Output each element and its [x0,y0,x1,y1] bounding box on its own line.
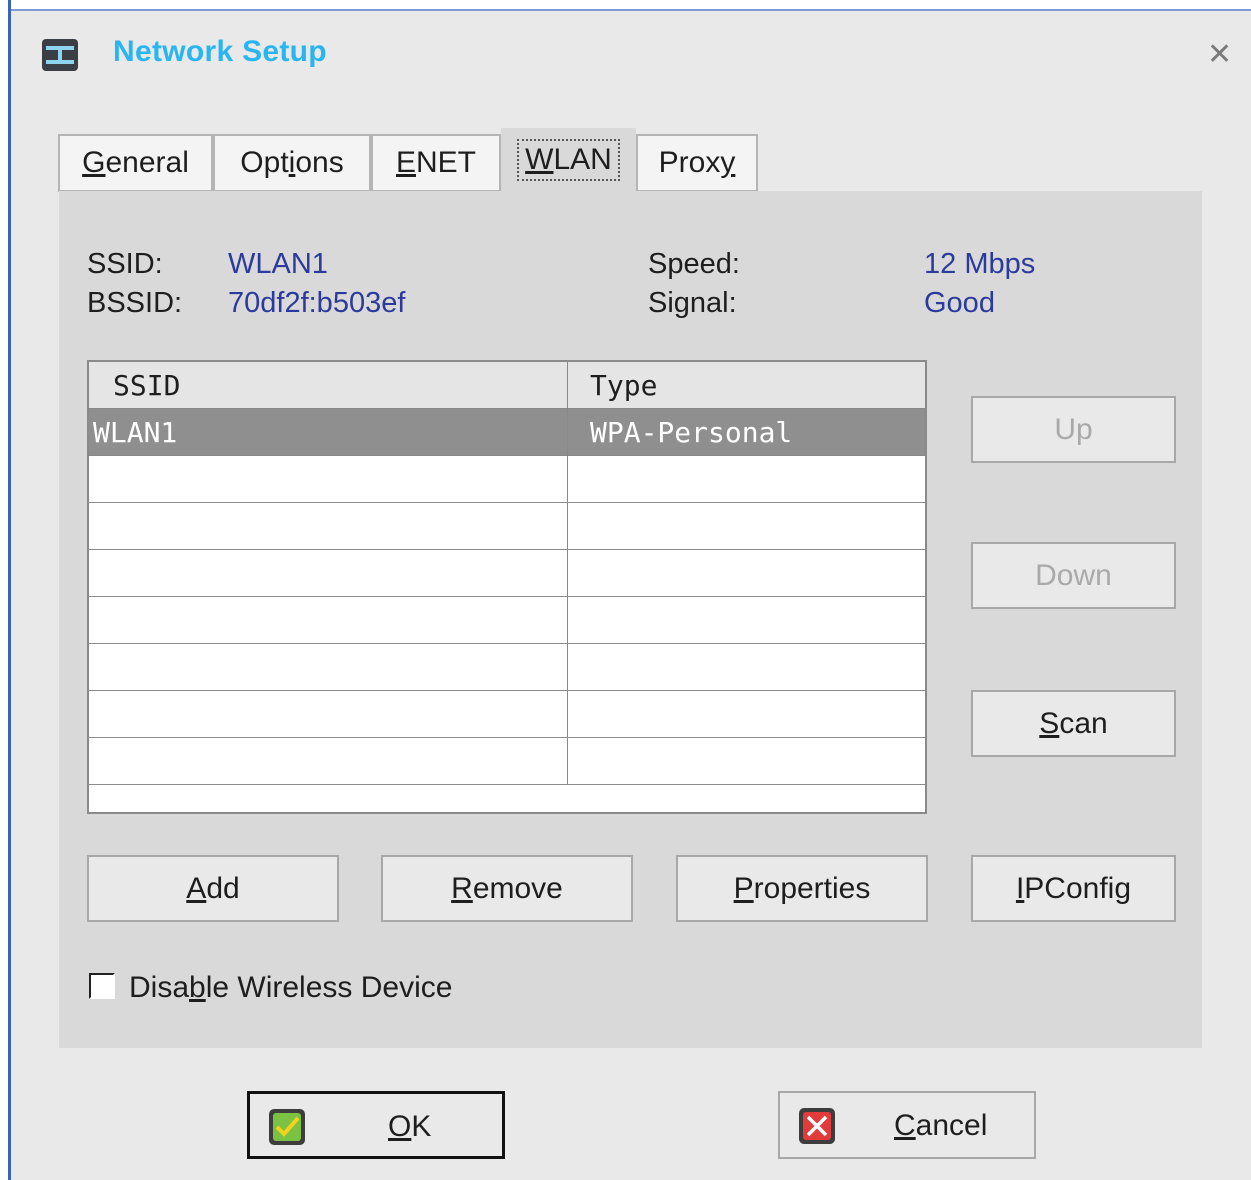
disable-wireless-checkbox[interactable] [89,973,115,999]
window-frame-top [0,0,1251,11]
up-button[interactable]: Up [971,396,1176,463]
down-button-label: Down [1035,558,1112,592]
ipconfig-button-label: IPConfig [1015,871,1132,905]
add-button[interactable]: Add [87,855,339,922]
properties-button-label: Properties [733,871,871,905]
up-button-label: Up [1054,412,1093,446]
speed-label: Speed: [648,248,740,280]
table-footer-space [89,786,925,812]
cancel-x-icon [799,1108,835,1144]
cancel-button[interactable]: Cancel [778,1091,1036,1159]
window-title: Network Setup [113,35,327,68]
ssid-value: WLAN1 [228,248,328,280]
column-header-type[interactable]: Type [590,362,657,408]
scan-button-label: Scan [1039,706,1108,740]
table-row[interactable]: WLAN1 WPA-Personal [89,409,925,456]
network-setup-dialog: Network Setup ✕ General Options ENET WLA… [11,11,1251,1180]
tab-options-label: Options [240,146,344,179]
scan-button[interactable]: Scan [971,690,1176,757]
tab-wlan[interactable]: WLAN [501,128,636,192]
tab-general[interactable]: General [58,134,213,192]
tab-options[interactable]: Options [213,134,371,192]
signal-value: Good [924,287,995,319]
tab-general-label: General [82,146,189,179]
column-header-ssid[interactable]: SSID [113,362,180,408]
bssid-label: BSSID: [87,287,183,319]
column-divider [567,362,568,785]
network-icon [42,39,78,71]
disable-wireless-label[interactable]: Disable Wireless Device [129,971,452,1005]
network-list-table[interactable]: SSID Type WLAN1 WPA-Personal [87,360,927,814]
tab-enet[interactable]: ENET [371,134,501,192]
remove-button[interactable]: Remove [381,855,633,922]
speed-value: 12 Mbps [924,248,1036,280]
table-row-empty[interactable] [89,550,925,597]
ipconfig-button[interactable]: IPConfig [971,855,1176,922]
signal-label: Signal: [648,287,737,319]
checkmark-icon [269,1109,305,1145]
table-row-empty[interactable] [89,738,925,785]
table-row-empty[interactable] [89,644,925,691]
remove-button-label: Remove [451,871,563,905]
tab-proxy-label: Proxy [658,146,736,179]
tab-wlan-label: WLAN [517,139,620,181]
properties-button[interactable]: Properties [676,855,928,922]
table-row-empty[interactable] [89,597,925,644]
table-row-empty[interactable] [89,691,925,738]
down-button[interactable]: Down [971,542,1176,609]
ssid-label: SSID: [87,248,163,280]
table-header: SSID Type [89,362,925,409]
row-ssid-cell: WLAN1 [93,415,178,449]
table-row-empty[interactable] [89,503,925,550]
tab-enet-label: ENET [395,146,476,179]
ok-button-label: OK [388,1110,432,1143]
ok-button[interactable]: OK [247,1091,505,1159]
row-type-cell: WPA-Personal [590,415,793,449]
add-button-label: Add [186,871,240,905]
table-row-empty[interactable] [89,456,925,503]
tab-proxy[interactable]: Proxy [636,134,758,192]
close-icon[interactable]: ✕ [1207,37,1232,72]
window-frame-left [0,0,11,1180]
cancel-button-label: Cancel [894,1109,988,1142]
bssid-value: 70df2f:b503ef [228,287,406,319]
